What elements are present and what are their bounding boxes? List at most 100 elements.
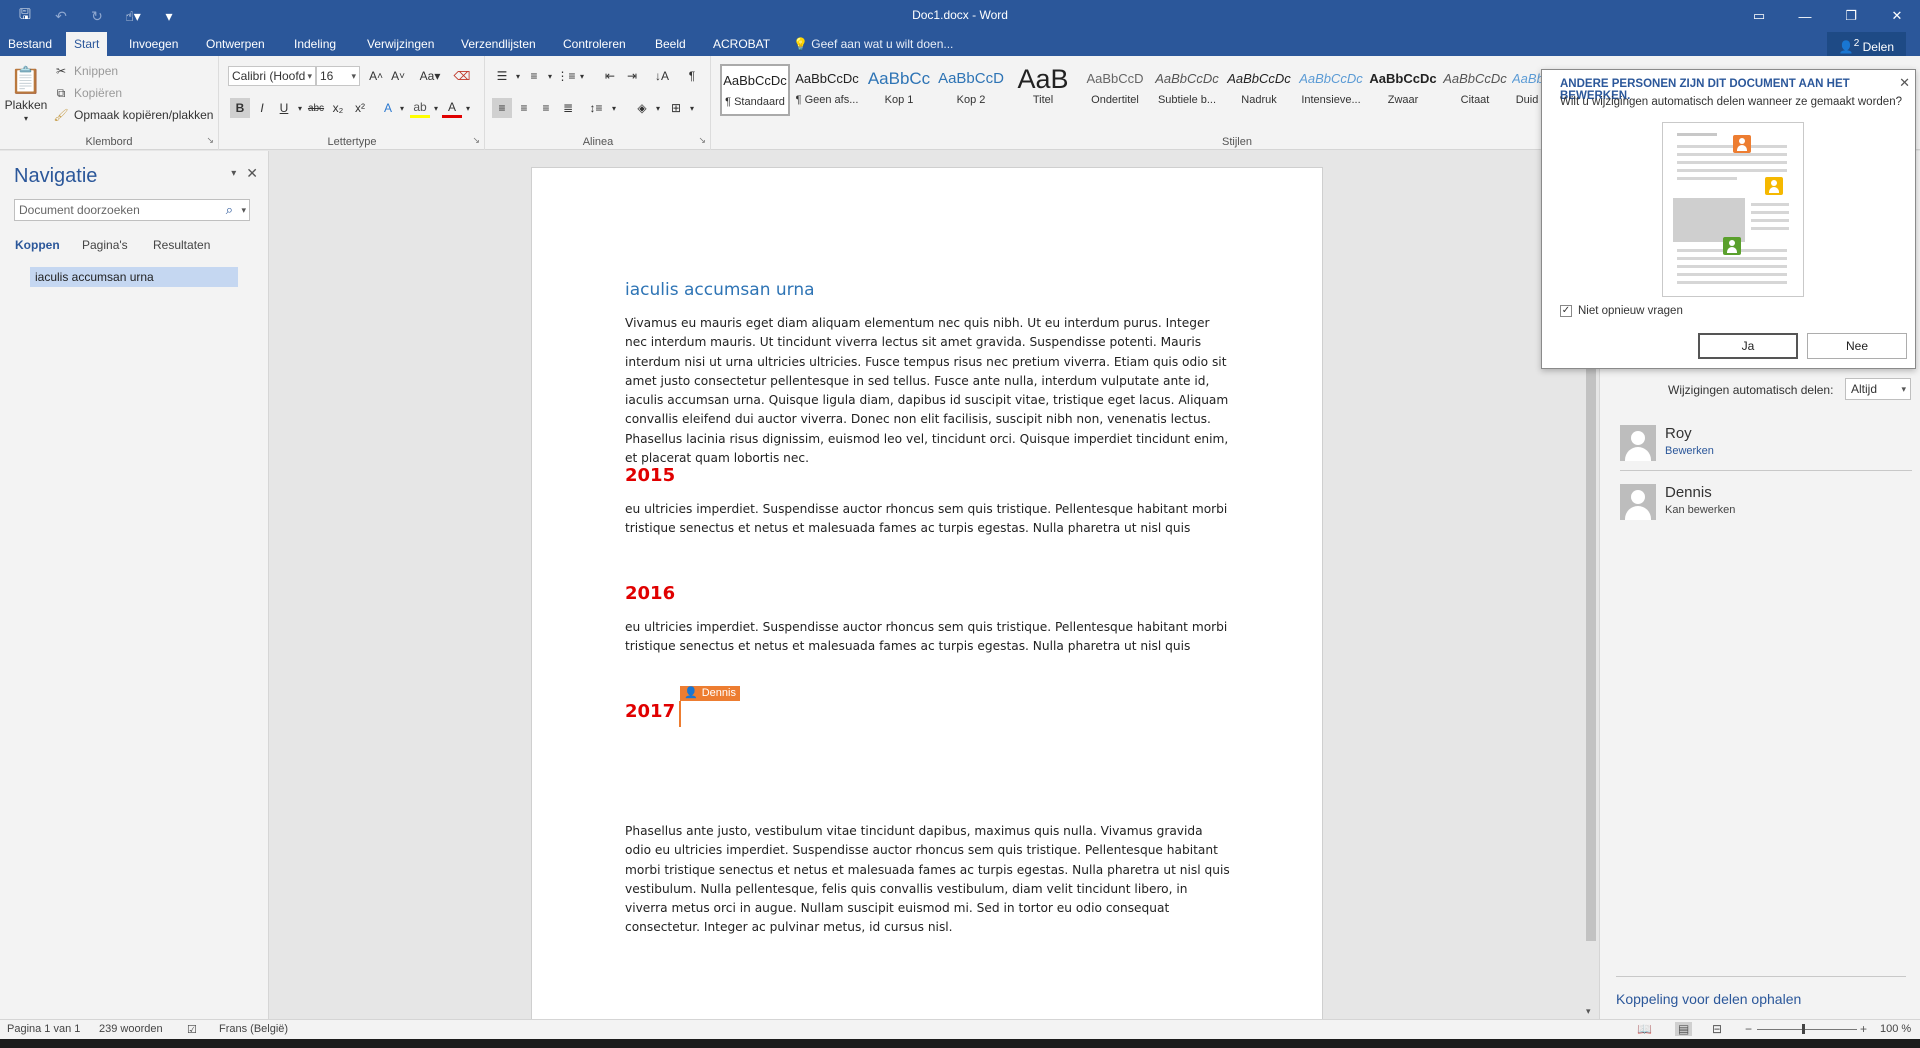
chevron-down-icon[interactable]: ▾ — [458, 98, 478, 118]
dont-ask-again-checkbox[interactable]: ✓ Niet opnieuw vragen — [1560, 305, 1683, 317]
person-item[interactable]: Dennis Kan bewerken — [1620, 484, 1912, 534]
style-geen-afstand[interactable]: AaBbCcDc ¶ Geen afs... — [792, 64, 862, 116]
nav-heading-item[interactable]: iaculis accumsan urna — [30, 267, 238, 287]
superscript-icon[interactable]: x² — [350, 98, 370, 118]
grow-font-icon[interactable]: A ˄ — [366, 66, 386, 86]
paragraph-2017[interactable]: Phasellus ante justo, vestibulum vitae t… — [625, 822, 1230, 938]
zoom-in-icon[interactable]: + — [1860, 1022, 1867, 1036]
italic-icon[interactable]: I — [252, 98, 272, 118]
style-citaat[interactable]: AaBbCcDc Citaat — [1440, 64, 1510, 116]
chevron-down-icon[interactable]: ▾ — [604, 98, 624, 118]
line-spacing-icon[interactable]: ↕≡ — [586, 98, 606, 118]
zoom-level[interactable]: 100 % — [1880, 1023, 1911, 1035]
scroll-down-icon[interactable]: ▾ — [1586, 1006, 1591, 1017]
person-item[interactable]: Roy Bewerken — [1620, 425, 1912, 471]
tab-controleren[interactable]: Controleren — [555, 32, 634, 56]
style-intensieve-nadruk[interactable]: AaBbCcDc Intensieve... — [1296, 64, 1366, 116]
language-indicator[interactable]: Frans (België) — [219, 1023, 288, 1035]
dialog-launcher-icon[interactable]: ↘ — [698, 135, 706, 146]
font-size-dropdown[interactable]: 16 ▾ — [316, 66, 360, 86]
autoshare-dropdown[interactable]: Altijd ▾ — [1845, 378, 1911, 400]
pilcrow-icon[interactable]: ¶ — [682, 66, 702, 86]
format-painter-button[interactable]: 🖌 Opmaak kopiëren/plakken — [52, 106, 213, 124]
web-layout-icon[interactable]: ⊟ — [1712, 1022, 1722, 1036]
chevron-down-icon[interactable]: ▾ — [572, 66, 592, 86]
zoom-slider[interactable] — [1757, 1029, 1857, 1030]
bold-icon[interactable]: B — [230, 98, 250, 118]
person-status[interactable]: Bewerken — [1665, 445, 1714, 457]
year-heading-2016[interactable]: 2016 — [625, 583, 675, 604]
proofing-icon[interactable]: ☑ — [187, 1023, 197, 1036]
tell-me-box[interactable]: 💡 Geef aan wat u wilt doen... — [793, 32, 953, 56]
tab-verwijzingen[interactable]: Verwijzingen — [359, 32, 442, 56]
document-search-input[interactable]: Document doorzoeken ⌕ ▾ — [14, 199, 250, 221]
chevron-down-icon[interactable]: ▾ — [682, 98, 702, 118]
sort-icon[interactable]: ↓A — [652, 66, 672, 86]
nav-tab-paginas[interactable]: Pagina's — [82, 238, 128, 252]
intro-paragraph[interactable]: Vivamus eu mauris eget diam aliquam elem… — [625, 314, 1230, 468]
close-icon[interactable]: ✕ — [1874, 0, 1920, 32]
document-heading[interactable]: iaculis accumsan urna — [625, 280, 815, 300]
subscript-icon[interactable]: x₂ — [328, 98, 348, 118]
tab-verzendlijsten[interactable]: Verzendlijsten — [453, 32, 544, 56]
close-icon[interactable]: ✕ — [1899, 75, 1910, 91]
search-icon[interactable]: ⌕ — [226, 200, 233, 220]
style-duidelijk-citaat[interactable]: AaBb Duid — [1512, 64, 1542, 116]
page-count[interactable]: Pagina 1 van 1 — [7, 1023, 80, 1035]
share-button[interactable]: 👤2 Delen — [1826, 32, 1906, 56]
align-left-icon[interactable]: ≡ — [492, 98, 512, 118]
restore-icon[interactable]: ❐ — [1828, 0, 1874, 32]
tab-bestand[interactable]: Bestand — [0, 32, 60, 56]
chevron-down-icon[interactable]: ▾ — [392, 98, 412, 118]
paragraph-2016[interactable]: eu ultricies imperdiet. Suspendisse auct… — [625, 618, 1230, 657]
tab-acrobat[interactable]: ACROBAT — [705, 32, 778, 56]
style-ondertitel[interactable]: AaBbCcD Ondertitel — [1080, 64, 1150, 116]
chevron-down-icon[interactable]: ▾ — [231, 165, 236, 182]
style-titel[interactable]: AaB Titel — [1008, 64, 1078, 116]
style-kop-2[interactable]: AaBbCcD Kop 2 — [936, 64, 1006, 116]
clear-formatting-icon[interactable]: ⌫ — [452, 66, 472, 86]
word-count[interactable]: 239 woorden — [99, 1023, 163, 1035]
align-right-icon[interactable]: ≡ — [536, 98, 556, 118]
tab-invoegen[interactable]: Invoegen — [121, 32, 186, 56]
yes-button[interactable]: Ja — [1698, 333, 1798, 359]
shrink-font-icon[interactable]: A ˅ — [388, 66, 408, 86]
tab-indeling[interactable]: Indeling — [286, 32, 344, 56]
strikethrough-icon[interactable]: abc — [306, 98, 326, 118]
close-icon[interactable]: ✕ — [246, 165, 258, 182]
dialog-launcher-icon[interactable]: ↘ — [206, 135, 214, 146]
zoom-out-icon[interactable]: − — [1745, 1022, 1752, 1036]
change-case-icon[interactable]: Aa▾ — [416, 66, 444, 86]
paragraph-2015[interactable]: eu ultricies imperdiet. Suspendisse auct… — [625, 500, 1230, 539]
year-heading-2017[interactable]: 2017 — [625, 701, 675, 722]
checkbox-checked-icon[interactable]: ✓ — [1560, 305, 1572, 317]
style-kop-1[interactable]: AaBbCc Kop 1 — [864, 64, 934, 116]
paste-button[interactable]: 📋 Plakken ▾ — [5, 64, 48, 124]
tab-start[interactable]: Start — [66, 32, 108, 56]
dialog-launcher-icon[interactable]: ↘ — [472, 135, 480, 146]
style-nadruk[interactable]: AaBbCcDc Nadruk — [1224, 64, 1294, 116]
nav-tab-resultaten[interactable]: Resultaten — [153, 238, 210, 252]
chevron-down-icon[interactable]: ▾ — [241, 200, 246, 220]
print-layout-icon[interactable]: ▤ — [1675, 1022, 1693, 1036]
get-sharing-link[interactable]: Koppeling voor delen ophalen — [1616, 991, 1801, 1007]
tab-beeld[interactable]: Beeld — [647, 32, 694, 56]
increase-indent-icon[interactable]: ⇥ — [622, 66, 642, 86]
decrease-indent-icon[interactable]: ⇤ — [600, 66, 620, 86]
font-family-dropdown[interactable]: Calibri (Hoofd ▾ — [228, 66, 316, 86]
style-zwaar[interactable]: AaBbCcDc Zwaar — [1368, 64, 1438, 116]
zoom-slider-thumb[interactable] — [1802, 1024, 1805, 1034]
justify-icon[interactable]: ≣ — [558, 98, 578, 118]
nav-tab-koppen[interactable]: Koppen — [15, 238, 60, 252]
year-heading-2015[interactable]: 2015 — [625, 465, 675, 486]
minimize-icon[interactable]: — — [1782, 0, 1828, 32]
style-standaard[interactable]: AaBbCcDc ¶ Standaard — [720, 64, 790, 116]
no-button[interactable]: Nee — [1807, 333, 1907, 359]
style-subtiele-benadrukking[interactable]: AaBbCcDc Subtiele b... — [1152, 64, 1222, 116]
copy-button[interactable]: ⧉ Kopiëren — [52, 84, 122, 102]
document-page[interactable]: iaculis accumsan urna Vivamus eu mauris … — [531, 167, 1323, 1019]
align-center-icon[interactable]: ≡ — [514, 98, 534, 118]
tab-ontwerpen[interactable]: Ontwerpen — [198, 32, 273, 56]
ribbon-display-icon[interactable]: ▭ — [1736, 0, 1782, 32]
chevron-down-icon[interactable]: ▾ — [648, 98, 668, 118]
